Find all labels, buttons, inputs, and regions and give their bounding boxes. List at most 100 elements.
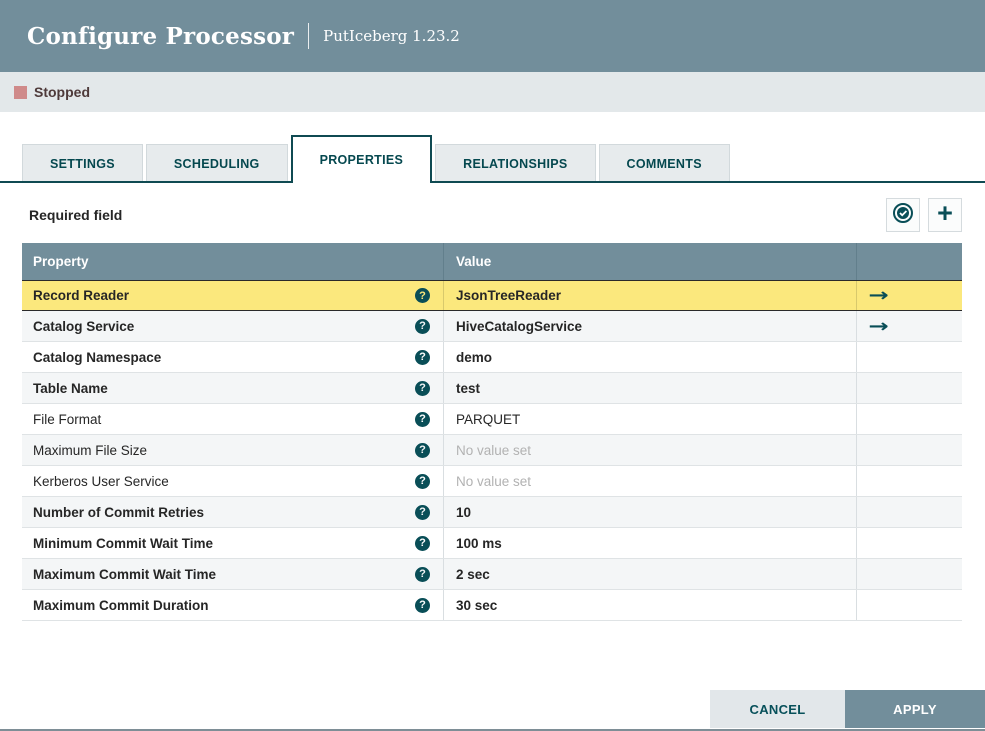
tab-scheduling[interactable]: SCHEDULING: [145, 144, 288, 183]
property-name-cell: Number of Commit Retries ?: [22, 497, 443, 527]
property-row[interactable]: Maximum File Size ? No value set: [22, 435, 962, 466]
property-name: Maximum Commit Wait Time: [33, 566, 217, 582]
property-value: 100 ms: [456, 535, 502, 551]
column-header-property: Property: [33, 254, 89, 269]
goto-cell: [856, 404, 962, 434]
tab-label: COMMENTS: [626, 157, 702, 171]
property-row[interactable]: Maximum Commit Duration ? 30 sec: [22, 590, 962, 621]
question-circle-icon[interactable]: ?: [415, 535, 430, 551]
question-circle-icon[interactable]: ?: [415, 566, 430, 582]
goto-cell: [856, 435, 962, 465]
property-name-cell: Catalog Namespace ?: [22, 342, 443, 372]
question-circle-icon[interactable]: ?: [415, 380, 430, 396]
tab-settings[interactable]: SETTINGS: [22, 144, 143, 183]
question-circle-icon[interactable]: ?: [415, 597, 430, 613]
property-value-cell[interactable]: HiveCatalogService: [443, 311, 856, 341]
go-to-service-icon[interactable]: →: [868, 316, 888, 337]
property-value-cell[interactable]: 30 sec: [443, 590, 856, 620]
dialog-header: Configure Processor PutIceberg 1.23.2: [0, 0, 985, 72]
property-value: test: [456, 380, 481, 396]
property-name: Catalog Service: [33, 318, 135, 334]
question-circle-icon[interactable]: ?: [415, 411, 430, 427]
cancel-button[interactable]: CANCEL: [710, 690, 845, 728]
property-row[interactable]: Record Reader ? JsonTreeReader →: [22, 280, 962, 311]
table-header: Property Value: [22, 243, 962, 280]
tab-label: SCHEDULING: [173, 157, 260, 171]
property-row[interactable]: File Format ? PARQUET: [22, 404, 962, 435]
dialog-footer: CANCEL APPLY: [710, 690, 985, 728]
stopped-square-icon: [14, 85, 27, 99]
question-circle-icon[interactable]: ?: [415, 442, 430, 458]
property-name-cell: Catalog Service ?: [22, 311, 443, 341]
verify-properties-button[interactable]: [886, 198, 920, 232]
property-name: Kerberos User Service: [33, 473, 169, 489]
property-value: 10: [456, 504, 472, 520]
property-value: JsonTreeReader: [456, 288, 562, 303]
required-field-label: Required field: [29, 207, 123, 223]
property-name-cell: Table Name ?: [22, 373, 443, 403]
column-header-goto: [856, 243, 962, 280]
property-value-cell[interactable]: 2 sec: [443, 559, 856, 589]
goto-cell: →: [856, 311, 962, 341]
goto-cell: [856, 466, 962, 496]
tab-label: RELATIONSHIPS: [463, 157, 568, 171]
question-circle-icon[interactable]: ?: [415, 349, 430, 365]
panel-actions: +: [886, 198, 962, 232]
property-value-cell[interactable]: 100 ms: [443, 528, 856, 558]
property-row[interactable]: Maximum Commit Wait Time ? 2 sec: [22, 559, 962, 590]
property-row[interactable]: Catalog Service ? HiveCatalogService →: [22, 311, 962, 342]
property-name: Minimum Commit Wait Time: [33, 535, 214, 551]
property-name-cell: Record Reader ?: [22, 281, 443, 310]
property-value: No value set: [456, 442, 532, 458]
properties-panel-header: Required field +: [0, 183, 985, 243]
go-to-service-icon[interactable]: →: [868, 285, 888, 306]
property-value: demo: [456, 349, 493, 365]
property-name: Maximum File Size: [33, 442, 148, 458]
column-header-value: Value: [443, 243, 856, 280]
property-name-cell: Maximum Commit Duration ?: [22, 590, 443, 620]
property-value: 30 sec: [456, 597, 498, 613]
goto-cell: [856, 590, 962, 620]
property-value-cell[interactable]: test: [443, 373, 856, 403]
question-circle-icon[interactable]: ?: [415, 473, 430, 489]
question-circle-icon[interactable]: ?: [415, 288, 430, 303]
apply-button[interactable]: APPLY: [845, 690, 985, 728]
tab-properties[interactable]: PROPERTIES: [290, 135, 433, 183]
property-value-cell[interactable]: JsonTreeReader: [443, 281, 856, 310]
property-value-cell[interactable]: No value set: [443, 466, 856, 496]
plus-icon: +: [937, 198, 953, 228]
property-value-cell[interactable]: PARQUET: [443, 404, 856, 434]
property-row[interactable]: Number of Commit Retries ? 10: [22, 497, 962, 528]
property-value: No value set: [456, 473, 532, 489]
add-property-button[interactable]: +: [928, 198, 962, 232]
property-value-cell[interactable]: demo: [443, 342, 856, 372]
property-name: Table Name: [33, 380, 108, 396]
table-body: Record Reader ? JsonTreeReader → Catalog…: [22, 280, 962, 621]
title-separator: [308, 23, 310, 49]
status-label: Stopped: [34, 84, 90, 100]
status-bar: Stopped: [0, 72, 985, 112]
property-row[interactable]: Minimum Commit Wait Time ? 100 ms: [22, 528, 962, 559]
property-row[interactable]: Catalog Namespace ? demo: [22, 342, 962, 373]
property-name-cell: Maximum Commit Wait Time ?: [22, 559, 443, 589]
property-name-cell: Minimum Commit Wait Time ?: [22, 528, 443, 558]
check-circle-icon: [892, 202, 914, 229]
question-circle-icon[interactable]: ?: [415, 504, 430, 520]
properties-table: Property Value Record Reader ? JsonTreeR…: [22, 243, 962, 621]
question-circle-icon[interactable]: ?: [415, 318, 430, 334]
property-row[interactable]: Kerberos User Service ? No value set: [22, 466, 962, 497]
property-name: Number of Commit Retries: [33, 504, 205, 520]
goto-cell: [856, 342, 962, 372]
property-row[interactable]: Table Name ? test: [22, 373, 962, 404]
property-value-cell[interactable]: 10: [443, 497, 856, 527]
tab-relationships[interactable]: RELATIONSHIPS: [435, 144, 596, 183]
processor-type-version: PutIceberg 1.23.2: [323, 27, 460, 45]
tab-comments[interactable]: COMMENTS: [598, 144, 730, 183]
property-name: Record Reader: [33, 288, 130, 303]
property-value: HiveCatalogService: [456, 318, 583, 334]
property-value: PARQUET: [456, 411, 521, 427]
property-value-cell[interactable]: No value set: [443, 435, 856, 465]
tab-label: SETTINGS: [50, 157, 115, 171]
property-name-cell: Kerberos User Service ?: [22, 466, 443, 496]
goto-cell: [856, 528, 962, 558]
